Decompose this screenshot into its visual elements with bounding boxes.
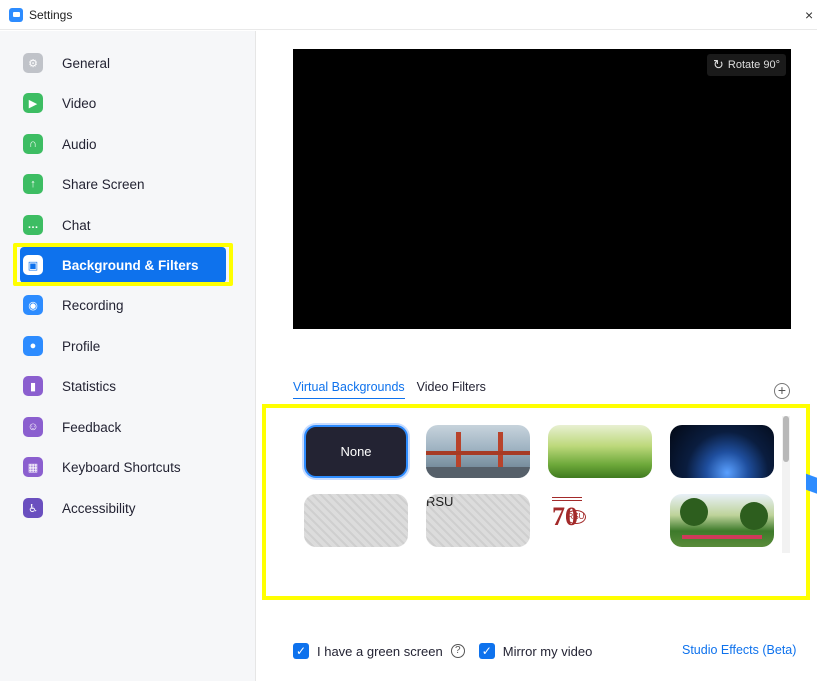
- sidebar-item-label: Background & Filters: [62, 257, 199, 273]
- tab-video-filters[interactable]: Video Filters: [417, 380, 486, 399]
- background-rsu-pattern[interactable]: RSU: [426, 494, 530, 547]
- background-none[interactable]: None: [304, 425, 408, 478]
- sidebar-item-statistics[interactable]: ▮ Statistics: [20, 368, 226, 404]
- background-scrollbar-thumb[interactable]: [783, 416, 789, 462]
- sidebar-item-feedback[interactable]: ☺ Feedback: [20, 409, 226, 445]
- statistics-icon: ▮: [23, 376, 43, 396]
- campus-flowers: [682, 535, 762, 539]
- background-rsu-logo[interactable]: 70 RSU: [548, 494, 652, 547]
- headphones-icon: ∩: [23, 134, 43, 154]
- studio-effects-link[interactable]: Studio Effects (Beta): [682, 643, 796, 657]
- sidebar-item-profile[interactable]: ● Profile: [20, 328, 226, 364]
- sidebar-item-label: Keyboard Shortcuts: [62, 459, 181, 475]
- background-pattern-1[interactable]: [304, 494, 408, 547]
- settings-sidebar: ⚙ General ▶ Video ∩ Audio ↑ Share Screen…: [0, 31, 256, 681]
- recording-icon: ◉: [23, 295, 43, 315]
- add-background-icon[interactable]: +: [774, 383, 790, 399]
- sidebar-item-general[interactable]: ⚙ General: [20, 45, 226, 81]
- sidebar-item-label: General: [62, 55, 111, 71]
- sidebar-item-label: Accessibility: [62, 500, 136, 516]
- close-icon[interactable]: ×: [805, 7, 817, 23]
- background-campus[interactable]: [670, 494, 774, 547]
- sidebar-item-label: Feedback: [62, 419, 122, 435]
- campus-tree: [740, 502, 768, 530]
- tab-virtual-backgrounds[interactable]: Virtual Backgrounds: [293, 380, 405, 399]
- background-golden-gate[interactable]: [426, 425, 530, 478]
- bridge-land: [426, 467, 530, 478]
- feedback-icon: ☺: [23, 417, 43, 437]
- sidebar-item-label: Statistics: [62, 378, 117, 394]
- video-icon: ▶: [23, 93, 43, 113]
- sidebar-item-keyboard-shortcuts[interactable]: ▦ Keyboard Shortcuts: [20, 449, 226, 485]
- mirror-video-label: Mirror my video: [502, 643, 593, 659]
- background-none-label: None: [340, 444, 372, 459]
- sidebar-item-chat[interactable]: … Chat: [20, 207, 226, 243]
- green-screen-checkbox[interactable]: ✓: [293, 643, 309, 659]
- sidebar-item-recording[interactable]: ◉ Recording: [20, 287, 226, 323]
- sidebar-item-label: Video: [62, 95, 97, 111]
- background-icon: ▣: [23, 255, 43, 275]
- keyboard-icon: ▦: [23, 457, 43, 477]
- sidebar-item-label: Chat: [62, 217, 91, 233]
- background-tabs: Virtual Backgrounds Video Filters: [293, 380, 486, 399]
- help-icon[interactable]: ?: [450, 644, 465, 658]
- sidebar-item-label: Profile: [62, 338, 101, 354]
- rotate-label: Rotate 90°: [727, 59, 780, 71]
- mirror-video-checkbox[interactable]: ✓: [478, 643, 495, 659]
- rotate-button[interactable]: ↻ Rotate 90°: [706, 54, 786, 76]
- background-options: ✓ I have a green screen ? ✓ Mirror my vi…: [293, 641, 592, 661]
- background-space[interactable]: [670, 425, 774, 478]
- gear-icon: ⚙: [23, 53, 43, 73]
- rotate-icon: ↻: [712, 57, 724, 72]
- sidebar-item-share-screen[interactable]: ↑ Share Screen: [20, 166, 226, 202]
- window-title: Settings: [29, 7, 73, 22]
- sidebar-item-label: Recording: [62, 297, 124, 313]
- blue-stroke-decoration: [806, 455, 817, 515]
- bridge-deck: [426, 451, 530, 455]
- profile-icon: ●: [23, 336, 43, 356]
- sidebar-item-background-filters[interactable]: ▣ Background & Filters: [20, 247, 226, 283]
- share-screen-icon: ↑: [23, 174, 43, 194]
- sidebar-item-video[interactable]: ▶ Video: [20, 85, 226, 121]
- campus-tree: [680, 498, 708, 526]
- video-preview: ↻ Rotate 90°: [293, 49, 791, 329]
- chat-icon: …: [23, 215, 43, 235]
- accessibility-icon: ♿: [23, 498, 43, 518]
- logo-badge: RSU: [566, 510, 586, 524]
- rsu-watermark: RSU: [426, 494, 454, 509]
- logo-top-lines: [552, 497, 582, 501]
- sidebar-item-label: Share Screen: [62, 176, 145, 192]
- sidebar-item-label: Audio: [62, 136, 97, 152]
- zoom-app-icon: [9, 7, 23, 22]
- background-grass[interactable]: [548, 425, 652, 478]
- green-screen-label: I have a green screen: [317, 643, 443, 659]
- sidebar-item-accessibility[interactable]: ♿ Accessibility: [20, 490, 226, 526]
- sidebar-item-audio[interactable]: ∩ Audio: [20, 126, 226, 162]
- title-bar: Settings ×: [0, 0, 817, 30]
